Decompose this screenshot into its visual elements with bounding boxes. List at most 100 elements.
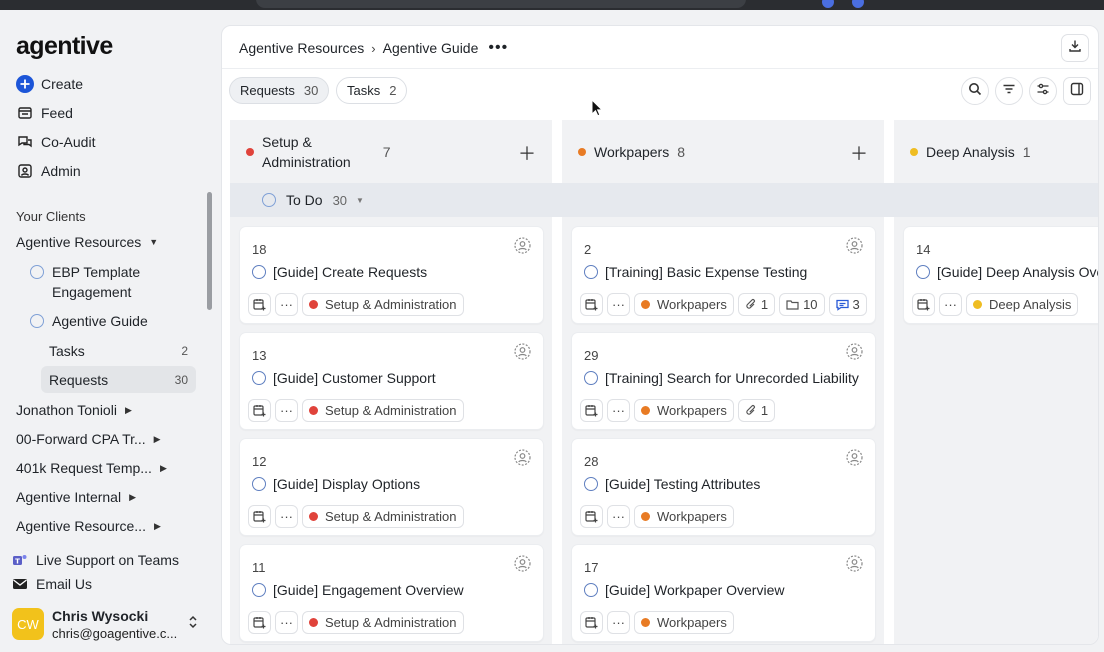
status-ring-icon[interactable] xyxy=(252,265,266,279)
more-icon[interactable]: ··· xyxy=(607,399,630,422)
folder-count[interactable]: 10 xyxy=(779,293,825,316)
download-button[interactable] xyxy=(1061,34,1089,62)
status-group-todo[interactable]: To Do 30 ▼ xyxy=(230,183,1098,217)
client-item[interactable]: Agentive Internal ▶ xyxy=(16,489,136,505)
add-card-button[interactable]: ＋ xyxy=(850,140,868,166)
breadcrumb-engagement[interactable]: Agentive Guide xyxy=(383,40,479,56)
client-item[interactable]: 401k Request Temp... ▶ xyxy=(16,460,167,476)
status-ring-icon[interactable] xyxy=(584,477,598,491)
calendar-add-icon[interactable] xyxy=(580,505,603,528)
more-icon[interactable]: ··· xyxy=(607,611,630,634)
filter-button[interactable] xyxy=(995,77,1023,105)
more-icon[interactable]: ··· xyxy=(275,611,298,634)
column-color-dot xyxy=(246,147,254,156)
assignee-icon[interactable] xyxy=(514,343,531,360)
assignee-icon[interactable] xyxy=(846,555,863,572)
assignee-icon[interactable] xyxy=(846,237,863,254)
assignee-icon[interactable] xyxy=(846,449,863,466)
status-ring-icon[interactable] xyxy=(252,477,266,491)
request-card[interactable]: 12 [Guide] Display Options ··· Setup & A… xyxy=(239,438,544,536)
sidebar-item-tasks[interactable]: Tasks 2 xyxy=(41,337,196,364)
client-item[interactable]: Agentive Resource... ▶ xyxy=(16,518,161,534)
nav-feed[interactable]: Feed xyxy=(16,102,73,124)
request-card[interactable]: 13 [Guide] Customer Support ··· Setup & … xyxy=(239,332,544,430)
calendar-add-icon[interactable] xyxy=(580,293,603,316)
status-ring-icon[interactable] xyxy=(584,265,598,279)
request-card[interactable]: 28 [Guide] Testing Attributes ··· Workpa… xyxy=(571,438,876,536)
status-ring-icon[interactable] xyxy=(584,371,598,385)
folder-value: 10 xyxy=(803,297,818,312)
attachments-count[interactable]: 1 xyxy=(737,399,776,422)
extension-icon[interactable] xyxy=(822,0,834,8)
more-icon[interactable]: ··· xyxy=(607,293,630,316)
nav-create[interactable]: Create xyxy=(16,73,83,95)
request-card[interactable]: 17 [Guide] Workpaper Overview ··· Workpa… xyxy=(571,544,876,642)
category-tag[interactable]: Workpapers xyxy=(634,611,734,634)
calendar-add-icon[interactable] xyxy=(248,399,271,422)
search-button[interactable] xyxy=(961,77,989,105)
caret-right-icon: ▶ xyxy=(159,462,167,473)
status-ring-icon[interactable] xyxy=(252,371,266,385)
tab-tasks[interactable]: Tasks 2 xyxy=(336,77,408,104)
client-item[interactable]: Jonathon Tonioli ▶ xyxy=(16,402,132,418)
calendar-add-icon[interactable] xyxy=(248,293,271,316)
sidebar-item-requests[interactable]: Requests 30 xyxy=(41,366,196,393)
sidebar-scrollbar[interactable] xyxy=(207,192,212,310)
email-us-link[interactable]: Email Us xyxy=(12,576,92,592)
request-card[interactable]: 14 [Guide] Deep Analysis Overview ··· De… xyxy=(903,226,1098,324)
more-icon[interactable]: ··· xyxy=(939,293,962,316)
request-card[interactable]: 2 [Training] Basic Expense Testing ··· W… xyxy=(571,226,876,324)
address-bar[interactable] xyxy=(256,0,746,8)
category-tag[interactable]: Workpapers xyxy=(634,505,734,528)
assignee-icon[interactable] xyxy=(846,343,863,360)
calendar-add-icon[interactable] xyxy=(580,611,603,634)
more-icon[interactable]: ··· xyxy=(275,399,298,422)
category-tag[interactable]: Setup & Administration xyxy=(302,505,464,528)
category-tag[interactable]: Workpapers xyxy=(634,399,734,422)
request-card[interactable]: 11 [Guide] Engagement Overview ··· Setup… xyxy=(239,544,544,642)
more-icon[interactable]: ··· xyxy=(275,505,298,528)
request-card[interactable]: 18 [Guide] Create Requests ··· Setup & A… xyxy=(239,226,544,324)
tab-requests[interactable]: Requests 30 xyxy=(229,77,330,104)
breadcrumb-client[interactable]: Agentive Resources xyxy=(239,40,364,56)
engagement-ebp-template[interactable]: EBP Template Engagement xyxy=(30,262,140,302)
status-ring-icon[interactable] xyxy=(916,265,930,279)
attachments-count[interactable]: 1 xyxy=(737,293,776,316)
assignee-icon[interactable] xyxy=(514,449,531,466)
column-header-deep-analysis[interactable]: Deep Analysis 1 xyxy=(894,120,1098,183)
column-header-setup[interactable]: Setup & Administration 7 ＋ xyxy=(230,120,552,183)
category-tag[interactable]: Setup & Administration xyxy=(302,611,464,634)
assignee-icon[interactable] xyxy=(514,555,531,572)
group-label: To Do xyxy=(286,192,323,208)
column-header-workpapers[interactable]: Workpapers 8 ＋ xyxy=(562,120,884,183)
more-icon[interactable]: ··· xyxy=(607,505,630,528)
more-options-button[interactable]: ••• xyxy=(488,39,508,57)
comments-count[interactable]: 3 xyxy=(828,293,867,316)
download-icon xyxy=(1068,39,1082,58)
display-settings-button[interactable] xyxy=(1029,77,1057,105)
calendar-add-icon[interactable] xyxy=(580,399,603,422)
toggle-panel-button[interactable] xyxy=(1063,77,1091,105)
category-tag[interactable]: Workpapers xyxy=(634,293,734,316)
status-ring-icon[interactable] xyxy=(252,583,266,597)
user-menu[interactable]: CW Chris Wysocki chris@goagentive.c... xyxy=(12,604,212,644)
more-icon[interactable]: ··· xyxy=(275,293,298,316)
card-number: 13 xyxy=(252,348,267,363)
live-support-link[interactable]: T Live Support on Teams xyxy=(12,552,179,568)
calendar-add-icon[interactable] xyxy=(248,505,271,528)
client-agentive-resources[interactable]: Agentive Resources ▼ xyxy=(16,234,158,250)
assignee-icon[interactable] xyxy=(514,237,531,254)
calendar-add-icon[interactable] xyxy=(912,293,935,316)
nav-co-audit[interactable]: Co-Audit xyxy=(16,131,95,153)
calendar-add-icon[interactable] xyxy=(248,611,271,634)
add-card-button[interactable]: ＋ xyxy=(518,140,536,166)
nav-admin[interactable]: Admin xyxy=(16,160,81,182)
engagement-agentive-guide[interactable]: Agentive Guide xyxy=(30,311,148,331)
category-tag[interactable]: Setup & Administration xyxy=(302,399,464,422)
profile-icon[interactable] xyxy=(852,0,864,8)
client-item[interactable]: 00-Forward CPA Tr... ▶ xyxy=(16,431,161,447)
category-tag[interactable]: Deep Analysis xyxy=(966,293,1079,316)
category-tag[interactable]: Setup & Administration xyxy=(302,293,464,316)
request-card[interactable]: 29 [Training] Search for Unrecorded Liab… xyxy=(571,332,876,430)
status-ring-icon[interactable] xyxy=(584,583,598,597)
